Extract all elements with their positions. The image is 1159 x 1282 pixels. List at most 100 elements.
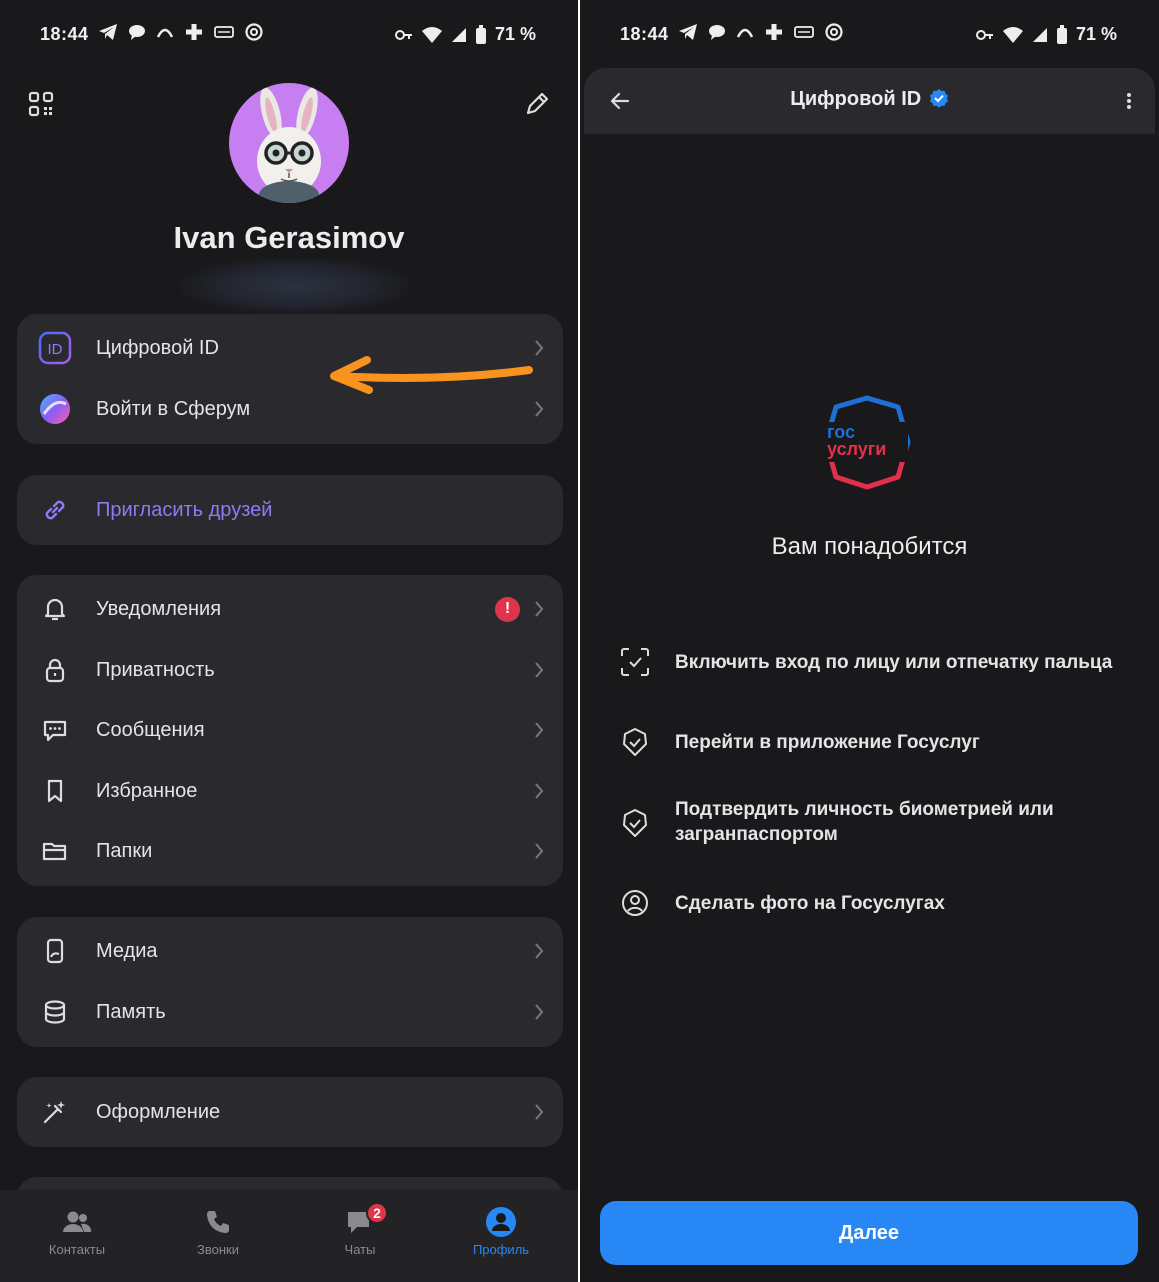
chevron-right-icon — [535, 722, 544, 738]
telegram-icon — [679, 24, 697, 40]
at-icon — [245, 23, 263, 41]
battery-level: 71 % — [1075, 24, 1117, 44]
chevron-right-icon — [535, 1104, 544, 1120]
plus-icon — [186, 24, 202, 40]
face-scan-icon — [620, 647, 650, 677]
status-time: 18:44 — [40, 24, 89, 44]
gosuslugi-logo-icon: гос услуги — [822, 395, 911, 490]
status-right: 71 % — [975, 24, 1117, 45]
status-bar: 18:44 71 % — [580, 0, 1159, 70]
app-header: Цифровой ID — [584, 68, 1155, 134]
more-vertical-icon — [1127, 93, 1131, 109]
step-item: Включить вход по лицу или отпечатку паль… — [620, 647, 1139, 677]
storage-icon — [37, 994, 73, 1030]
tab-profile[interactable]: Профиль — [441, 1202, 561, 1257]
step-text: Перейти в приложение Госуслуг — [675, 731, 980, 753]
invite-friends-button[interactable]: Пригласить друзей — [17, 480, 563, 540]
signal-icon — [1032, 27, 1047, 42]
alert-badge: ! — [495, 596, 520, 622]
step-item: Перейти в приложение Госуслуг — [620, 727, 1139, 757]
next-button[interactable]: Далее — [600, 1201, 1138, 1265]
menu-item-label: Уведомления — [96, 597, 222, 620]
chevron-right-icon — [535, 783, 544, 799]
menu-item-label: Оформление — [96, 1100, 221, 1123]
digital-id-screen: 18:44 71 % Цифровой ID гос услуги Вам по… — [580, 0, 1159, 1282]
menu-item-privacy[interactable]: Приватность — [17, 640, 563, 700]
arc-icon — [156, 28, 174, 38]
key-icon — [975, 29, 993, 40]
wifi-icon — [1002, 26, 1023, 43]
storage-card: Медиа Память — [17, 917, 563, 1047]
chevron-right-icon — [535, 601, 544, 617]
step-text: Включить вход по лицу или отпечатку паль… — [675, 651, 1113, 673]
menu-item-label: Цифровой ID — [96, 336, 219, 359]
menu-item-favorites[interactable]: Избранное — [17, 761, 563, 821]
profile-name: Ivan Gerasimov — [173, 220, 405, 255]
tab-calls[interactable]: Звонки — [158, 1202, 278, 1257]
wifi-icon — [421, 26, 442, 43]
notification-icons — [98, 22, 264, 42]
tab-label: Контакты — [48, 1242, 106, 1257]
notification-icons — [678, 22, 844, 42]
status-right: 71 % — [394, 24, 536, 45]
orange-arrow-annotation-icon — [330, 356, 533, 394]
menu-item-messages[interactable]: Сообщения — [17, 700, 563, 760]
menu-item-label: Приватность — [96, 658, 215, 681]
services-card: ID Цифровой ID Войти в Сферум — [17, 314, 563, 444]
status-time: 18:44 — [620, 24, 669, 44]
chevron-right-icon — [535, 1004, 544, 1020]
tab-contacts[interactable]: Контакты — [17, 1202, 137, 1257]
edit-profile-button[interactable] — [519, 86, 555, 122]
tab-label: Чаты — [344, 1242, 376, 1257]
telegram-icon — [99, 24, 117, 40]
battery-icon — [475, 24, 486, 44]
page-title: Цифровой ID — [584, 88, 1155, 111]
menu-item-notifications[interactable]: Уведомления ! — [17, 579, 563, 639]
shield-check-icon — [620, 808, 650, 838]
magic-wand-icon — [37, 1094, 73, 1130]
step-text-line: загранпаспортом — [675, 824, 838, 845]
chat-bubble-icon — [709, 25, 725, 40]
appearance-card: Оформление — [17, 1077, 563, 1147]
verified-icon — [929, 89, 948, 108]
bookmark-icon — [37, 773, 73, 809]
signal-icon — [451, 27, 466, 42]
tab-label: Профиль — [472, 1242, 530, 1257]
rabbit-avatar-icon — [257, 87, 321, 203]
menu-item-label: Войти в Сферум — [96, 397, 251, 420]
menu-item-label: Папки — [96, 839, 153, 862]
step-item: Сделать фото на Госуслугах — [620, 888, 1139, 918]
invite-label: Пригласить друзей — [96, 498, 273, 521]
invite-card: Пригласить друзей — [17, 475, 563, 545]
menu-item-folders[interactable]: Папки — [17, 821, 563, 881]
menu-item-media[interactable]: Медиа — [17, 921, 563, 981]
menu-item-label: Память — [96, 1000, 166, 1023]
pencil-icon — [526, 92, 549, 115]
step-item: Подтвердить личность биометрией или загр… — [620, 797, 1139, 849]
tab-label: Звонки — [197, 1242, 239, 1257]
tab-chats[interactable]: 2 Чаты — [300, 1202, 420, 1257]
menu-item-storage[interactable]: Память — [17, 982, 563, 1042]
key-icon — [394, 29, 412, 40]
profile-screen: 18:44 71 % Ivan Gerasimov ID Цифровой ID… — [0, 0, 578, 1282]
qr-code-button[interactable] — [23, 86, 59, 122]
contacts-icon — [63, 1211, 92, 1232]
bell-icon — [37, 591, 73, 627]
sferum-icon — [37, 391, 73, 427]
step-text-line: Подтвердить личность биометрией или — [675, 799, 1054, 820]
unread-badge: 2 — [366, 1202, 388, 1224]
menu-item-label: Избранное — [96, 779, 198, 802]
step-text: Сделать фото на Госуслугах — [675, 892, 945, 914]
more-options-button[interactable] — [1111, 83, 1147, 119]
at-icon — [825, 23, 843, 41]
step-text-multiline: Подтвердить личность биометрией или загр… — [675, 797, 1054, 847]
svg-text:ID: ID — [48, 341, 63, 358]
shield-check-icon — [620, 727, 650, 757]
status-bar: 18:44 71 % — [0, 0, 578, 70]
chevron-right-icon — [535, 943, 544, 959]
profile-icon — [486, 1207, 516, 1237]
chevron-right-icon — [535, 662, 544, 678]
avatar[interactable] — [229, 83, 349, 203]
menu-item-appearance[interactable]: Оформление — [17, 1082, 563, 1142]
menu-item-label: Медиа — [96, 939, 158, 962]
